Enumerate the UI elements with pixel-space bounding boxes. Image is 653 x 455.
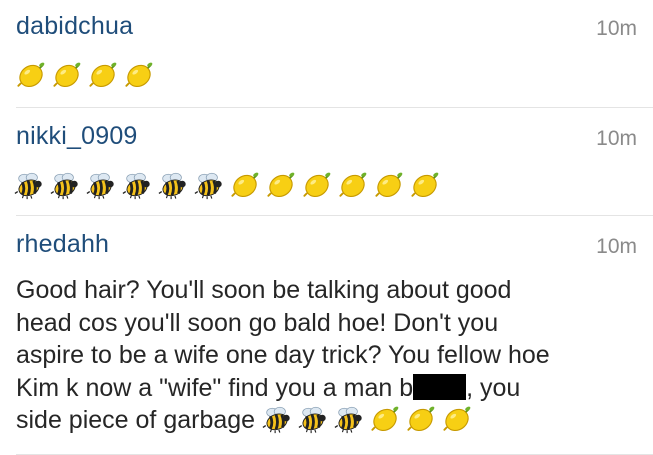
bee-icon: [158, 170, 188, 200]
comment-text-line: Kim k now a "wife" find you a man b , you: [16, 372, 646, 405]
comment-timestamp: 10m: [596, 127, 637, 150]
comment-username[interactable]: nikki_0909: [16, 122, 138, 151]
lemon-icon: [230, 170, 260, 200]
comment-timestamp: 10m: [596, 235, 637, 258]
comment-username[interactable]: rhedahh: [16, 230, 109, 259]
redaction-box: [413, 373, 467, 400]
lemon-icon: [374, 170, 404, 200]
lemon-icon: [302, 170, 332, 200]
comment-text-line: Good hair? You'll soon be talking about …: [16, 276, 512, 304]
comment-username[interactable]: dabidchua: [16, 12, 133, 41]
lemon-icon: [88, 60, 118, 90]
comment-text-fragment: , you: [466, 373, 521, 402]
lemon-icon: [370, 404, 400, 434]
comment-item: rhedahh 10m Good hair? You'll soon be ta…: [0, 216, 653, 455]
comment-item: nikki_0909 10m: [0, 108, 653, 216]
bee-icon: [14, 170, 44, 200]
comment-emoji-row: [16, 60, 160, 90]
comment-feed: dabidchua 10m nikki_0909 10m rhedahh 10m…: [0, 0, 653, 455]
lemon-icon: [406, 404, 436, 434]
bee-icon: [194, 170, 224, 200]
comment-text-fragment: Kim k now a "wife" find you a man b: [16, 373, 414, 402]
bee-icon: [86, 170, 116, 200]
bee-icon: [50, 170, 80, 200]
comment-text-line: head cos you'll soon go bald hoe! Don't …: [16, 308, 499, 337]
lemon-icon: [338, 170, 368, 200]
comment-text: Good hair? You'll soon be talking about …: [16, 274, 646, 437]
comment-emoji-run: [262, 406, 478, 434]
comment-text-line: side piece of garbage: [16, 404, 646, 437]
lemon-icon: [124, 60, 154, 90]
lemon-icon: [442, 404, 472, 434]
comment-text-fragment: side piece of garbage: [16, 406, 256, 434]
comment-text-line: aspire to be a wife one day trick? You f…: [16, 341, 550, 369]
lemon-icon: [266, 170, 296, 200]
bee-icon: [298, 404, 328, 434]
bee-icon: [262, 404, 292, 434]
lemon-icon: [16, 60, 46, 90]
bee-icon: [122, 170, 152, 200]
comment-timestamp: 10m: [596, 17, 637, 40]
comment-item: dabidchua 10m: [0, 0, 653, 108]
lemon-icon: [410, 170, 440, 200]
lemon-icon: [52, 60, 82, 90]
comment-emoji-row: [14, 170, 446, 200]
bee-icon: [334, 404, 364, 434]
